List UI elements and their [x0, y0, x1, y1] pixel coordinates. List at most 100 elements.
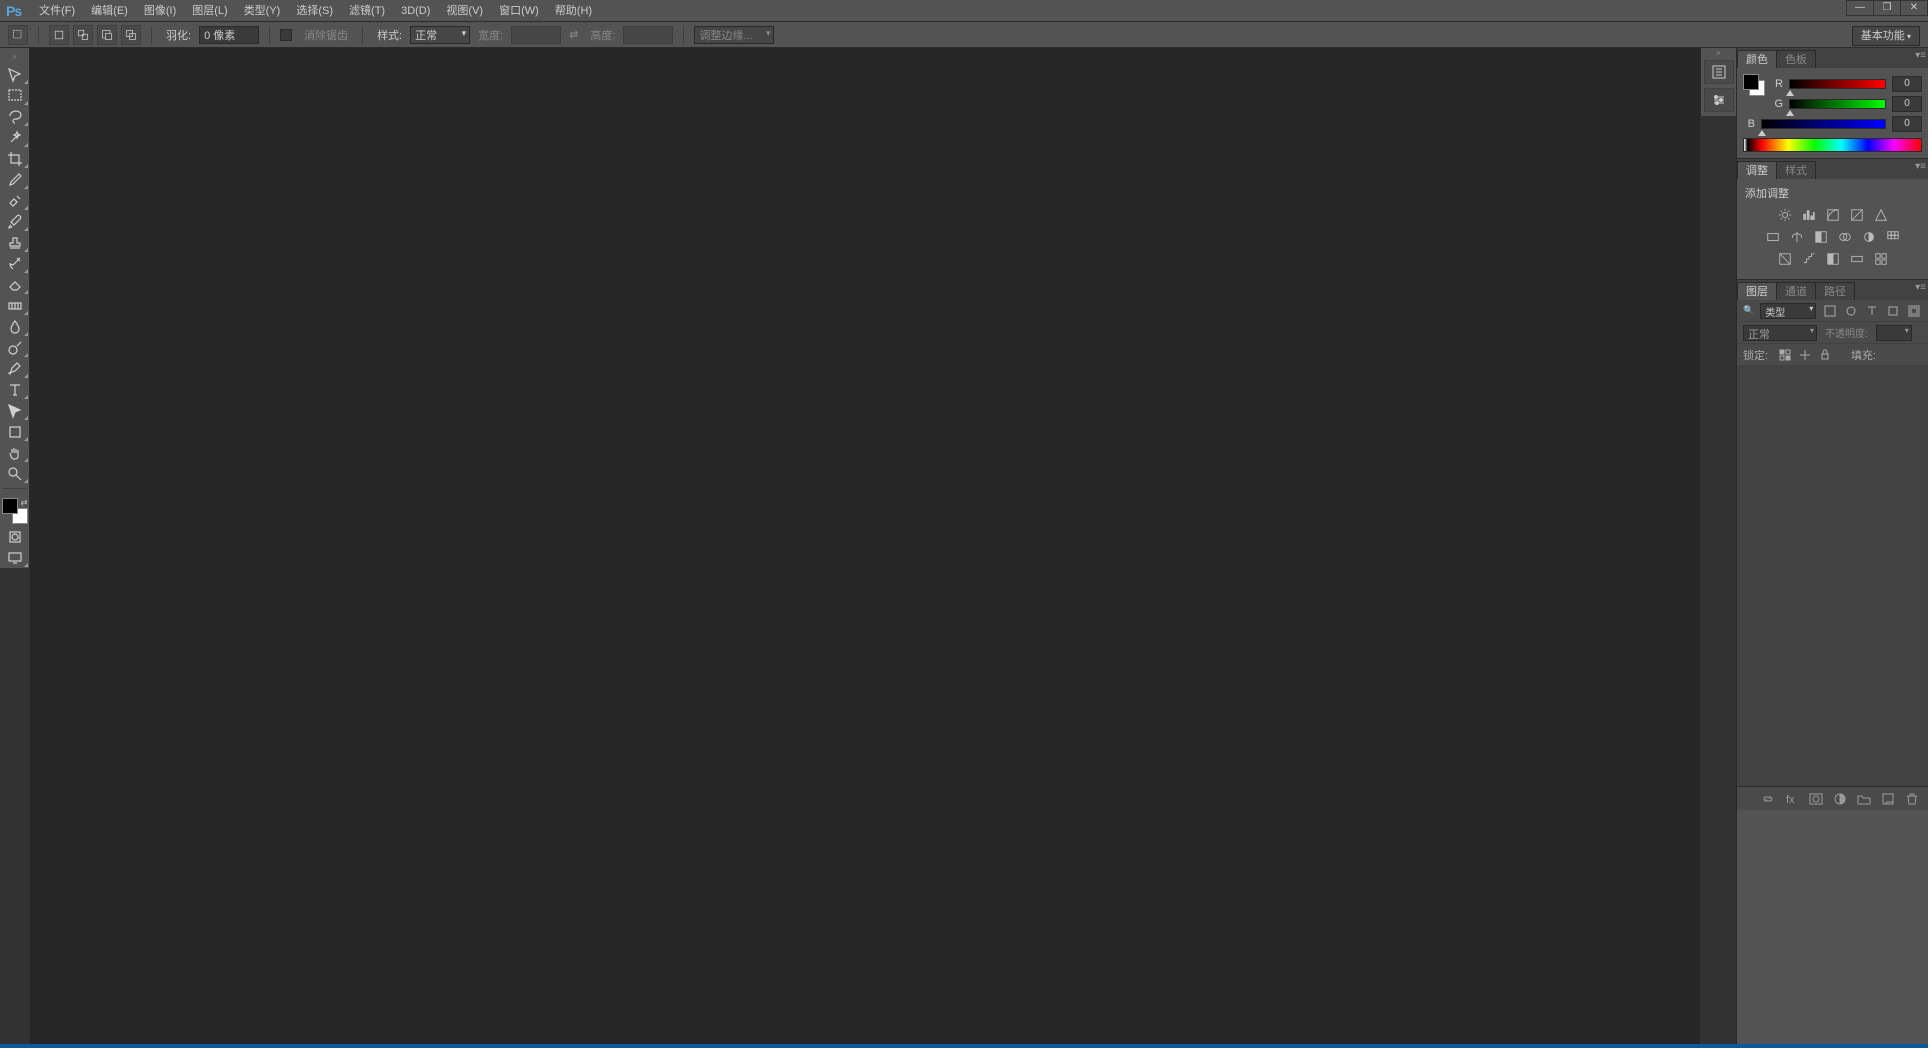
zoom-tool[interactable] — [1, 463, 29, 484]
tool-preset-icon[interactable] — [8, 25, 28, 45]
ministrip-grip[interactable]: » — [1701, 48, 1736, 56]
selection-add-icon[interactable] — [73, 25, 93, 45]
style-select[interactable]: 正常 — [410, 26, 470, 44]
new-fill-icon[interactable] — [1832, 791, 1848, 807]
history-panel-icon[interactable] — [1704, 60, 1734, 84]
close-button[interactable]: ✕ — [1900, 0, 1928, 16]
menu-window[interactable]: 窗口(W) — [491, 0, 547, 22]
properties-panel-icon[interactable] — [1704, 88, 1734, 112]
feather-input[interactable]: 0 像素 — [199, 26, 259, 44]
r-value[interactable]: 0 — [1892, 76, 1922, 92]
styles-tab[interactable]: 样式 — [1776, 161, 1816, 179]
move-tool[interactable] — [1, 64, 29, 85]
workspace-selector[interactable]: 基本功能 — [1852, 26, 1920, 46]
layer-list[interactable] — [1737, 366, 1928, 786]
antialias-checkbox[interactable] — [280, 29, 292, 41]
eyedropper-tool[interactable] — [1, 169, 29, 190]
new-group-icon[interactable] — [1856, 791, 1872, 807]
menu-layer[interactable]: 图层(L) — [184, 0, 235, 22]
channels-tab[interactable]: 通道 — [1776, 282, 1816, 300]
curves-icon[interactable] — [1824, 207, 1842, 223]
swap-colors-icon[interactable]: ⇄ — [21, 498, 28, 507]
blur-tool[interactable] — [1, 316, 29, 337]
b-value[interactable]: 0 — [1892, 116, 1922, 132]
adjustments-tab[interactable]: 调整 — [1737, 161, 1777, 179]
opacity-input[interactable] — [1876, 325, 1912, 341]
brightness-icon[interactable] — [1776, 207, 1794, 223]
filter-adjust-icon[interactable] — [1843, 303, 1858, 319]
marquee-tool[interactable] — [1, 85, 29, 106]
wand-tool[interactable] — [1, 127, 29, 148]
swatches-tab[interactable]: 色板 — [1776, 50, 1816, 68]
filter-smart-icon[interactable] — [1907, 303, 1922, 319]
menu-image[interactable]: 图像(I) — [136, 0, 184, 22]
selectivecolor-icon[interactable] — [1872, 251, 1890, 267]
selection-intersect-icon[interactable] — [121, 25, 141, 45]
threshold-icon[interactable] — [1824, 251, 1842, 267]
g-value[interactable]: 0 — [1892, 96, 1922, 112]
lasso-tool[interactable] — [1, 106, 29, 127]
menu-edit[interactable]: 编辑(E) — [83, 0, 136, 22]
layers-panel-menu-icon[interactable]: ▾≡ — [1915, 282, 1926, 293]
color-swatches[interactable]: ⇄ — [2, 498, 28, 524]
menu-select[interactable]: 选择(S) — [288, 0, 341, 22]
exposure-icon[interactable] — [1848, 207, 1866, 223]
pen-tool[interactable] — [1, 358, 29, 379]
crop-tool[interactable] — [1, 148, 29, 169]
layer-filter-select[interactable]: 类型 — [1760, 303, 1816, 319]
bw-icon[interactable] — [1812, 229, 1830, 245]
hand-tool[interactable] — [1, 442, 29, 463]
filter-pixel-icon[interactable] — [1822, 303, 1837, 319]
new-layer-icon[interactable] — [1880, 791, 1896, 807]
quickmask-tool[interactable] — [1, 526, 29, 547]
shape-tool[interactable] — [1, 421, 29, 442]
color-panel-menu-icon[interactable]: ▾≡ — [1915, 50, 1926, 61]
gradientmap-icon[interactable] — [1848, 251, 1866, 267]
color-tab[interactable]: 颜色 — [1737, 50, 1777, 68]
swap-wh-icon[interactable]: ⇄ — [569, 28, 578, 41]
colorbalance-icon[interactable] — [1788, 229, 1806, 245]
b-slider[interactable] — [1761, 119, 1886, 129]
g-slider[interactable] — [1789, 99, 1886, 109]
lock-pixels-icon[interactable] — [1778, 348, 1792, 362]
photofilter-icon[interactable] — [1836, 229, 1854, 245]
layer-mask-icon[interactable] — [1808, 791, 1824, 807]
maximize-button[interactable]: ❐ — [1873, 0, 1901, 16]
panel-fg-color[interactable] — [1743, 74, 1759, 90]
menu-filter[interactable]: 滤镜(T) — [341, 0, 393, 22]
posterize-icon[interactable] — [1800, 251, 1818, 267]
menu-view[interactable]: 视图(V) — [438, 0, 491, 22]
vibrance-icon[interactable] — [1872, 207, 1890, 223]
path-tool[interactable] — [1, 400, 29, 421]
selection-subtract-icon[interactable] — [97, 25, 117, 45]
paths-tab[interactable]: 路径 — [1815, 282, 1855, 300]
dodge-tool[interactable] — [1, 337, 29, 358]
colorlookup-icon[interactable] — [1884, 229, 1902, 245]
menu-help[interactable]: 帮助(H) — [547, 0, 600, 22]
selection-new-icon[interactable] — [49, 25, 69, 45]
hue-icon[interactable] — [1764, 229, 1782, 245]
healing-tool[interactable] — [1, 190, 29, 211]
toolbox-grip[interactable]: » — [0, 54, 29, 62]
brush-tool[interactable] — [1, 211, 29, 232]
foreground-color[interactable] — [2, 498, 18, 514]
lock-all-icon[interactable] — [1818, 348, 1832, 362]
eraser-tool[interactable] — [1, 274, 29, 295]
levels-icon[interactable] — [1800, 207, 1818, 223]
adjust-panel-menu-icon[interactable]: ▾≡ — [1915, 161, 1926, 172]
link-layers-icon[interactable] — [1760, 791, 1776, 807]
invert-icon[interactable] — [1776, 251, 1794, 267]
blend-mode-select[interactable]: 正常 — [1743, 325, 1817, 341]
filter-type-icon[interactable] — [1865, 303, 1880, 319]
color-spectrum[interactable] — [1743, 138, 1922, 152]
menu-type[interactable]: 类型(Y) — [236, 0, 289, 22]
type-tool[interactable] — [1, 379, 29, 400]
stamp-tool[interactable] — [1, 232, 29, 253]
menu-3d[interactable]: 3D(D) — [393, 0, 438, 22]
refine-edge-button[interactable]: 调整边缘... — [694, 26, 774, 44]
canvas-area[interactable] — [30, 48, 1700, 1048]
layers-tab[interactable]: 图层 — [1737, 282, 1777, 300]
delete-layer-icon[interactable] — [1904, 791, 1920, 807]
r-slider[interactable] — [1789, 79, 1886, 89]
lock-position-icon[interactable] — [1798, 348, 1812, 362]
